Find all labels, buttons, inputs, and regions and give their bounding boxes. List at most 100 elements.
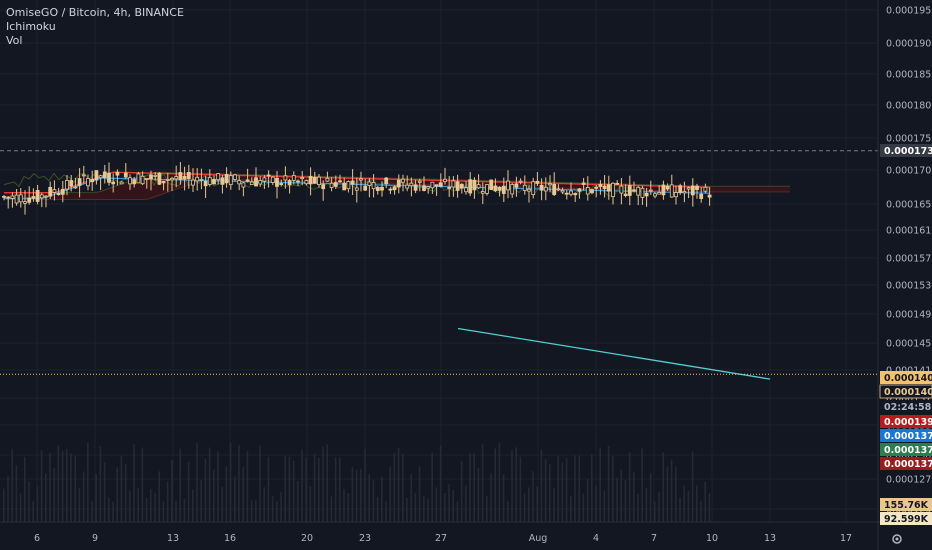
volume-bar [360,469,362,522]
candle-body [48,186,53,197]
volume-bar [196,443,198,522]
volume-bar [242,467,244,522]
candle-body [119,181,124,185]
volume-bar [498,443,501,522]
candle-body [569,190,573,195]
candle-body [44,195,48,198]
volume-bar [183,499,186,522]
candle-body [304,180,309,185]
candle-body [606,184,611,192]
candle-body [296,180,300,183]
volume-bar [103,462,106,522]
volume-bar [276,501,278,522]
candle-body [199,179,204,181]
candle-body [590,189,594,194]
candle-body [132,179,137,185]
volume-bar [473,453,475,522]
candle-body [674,192,678,198]
candle-body [207,177,212,185]
volume-bar [133,444,135,522]
candle-body [73,186,78,189]
candle-body [401,178,405,183]
volume-bar [108,497,110,522]
candle-body [182,175,187,180]
candle-body [623,193,628,197]
volume-bar [603,490,606,522]
candle-body [266,174,271,177]
symbol-title[interactable]: OmiseGO / Bitcoin, 4h, BINANCE [6,6,184,20]
x-tick-label: 13 [764,533,776,544]
volume-bar [7,476,9,522]
volume-bar [347,493,349,522]
volume-bar [523,493,526,522]
volume-bar [154,492,156,522]
candle-body [220,177,225,185]
volume-bar [679,497,681,522]
volume-bar [372,480,375,522]
candle-body [426,186,431,189]
candle-body [178,172,183,180]
volume-bar [402,453,404,522]
volume-bar [166,481,169,522]
volume-bar [355,469,358,522]
volume-bar [24,456,26,522]
volume-bar [116,467,118,522]
volume-bar [389,467,391,522]
candle-body [287,180,292,186]
candle-body [543,186,548,192]
volume-bar [313,453,316,522]
candle-body [128,177,132,185]
settings-gear-icon[interactable] [890,532,904,546]
candle-body [203,180,208,187]
volume-bar [515,447,517,522]
candle-body [581,182,586,185]
candle-body [451,180,456,188]
volume-bar [61,450,64,522]
candle-body [111,181,116,185]
volume-bar [502,474,505,522]
x-tick-label: 20 [301,533,313,544]
candle-body [346,181,351,190]
volume-bar [435,487,438,522]
volume-bar [649,473,652,522]
y-tick-label: 0.0001570 [886,254,932,265]
candle-body [585,187,590,195]
x-tick-label: 7 [651,533,657,544]
price-badge-label: 0.0001730 [884,146,932,157]
candle-body [476,184,481,189]
volume-bar [263,487,265,522]
volume-bar [658,491,660,522]
volume-bar [507,500,509,522]
y-tick-label: 0.0001700 [886,166,932,177]
chart-canvas[interactable]: 0.0001950 0.0001900 0.0001850 0.0001800 0.00… [0,0,932,550]
candle-body [115,171,120,176]
candle-body [455,181,460,191]
volume-bar [192,489,194,522]
volume-bar [427,498,429,522]
volume-bar [309,486,312,522]
volume-indicator-label[interactable]: Vol [6,34,184,48]
volume-bar [553,487,555,522]
x-tick-label: 6 [34,533,40,544]
candle-body [329,182,334,188]
candle-body [140,175,145,185]
volume-bar [221,486,223,522]
volume-bar [129,490,131,522]
candle-body [245,179,250,182]
candle-body [136,173,141,184]
candle-body [90,178,95,183]
volume-bar [481,444,484,522]
candle-body [518,180,523,183]
ichimoku-indicator-label[interactable]: Ichimoku [6,20,184,34]
volume-bar [141,447,144,522]
volume-bar [339,457,341,522]
candle-body [661,184,666,196]
candle-body [56,192,61,195]
volume-bar [486,495,488,522]
volume-bar [376,496,379,522]
candle-body [161,180,166,184]
volume-bar [15,465,18,522]
volume-bar [217,451,219,522]
volume-bar [696,485,698,522]
candle-body [690,185,695,196]
